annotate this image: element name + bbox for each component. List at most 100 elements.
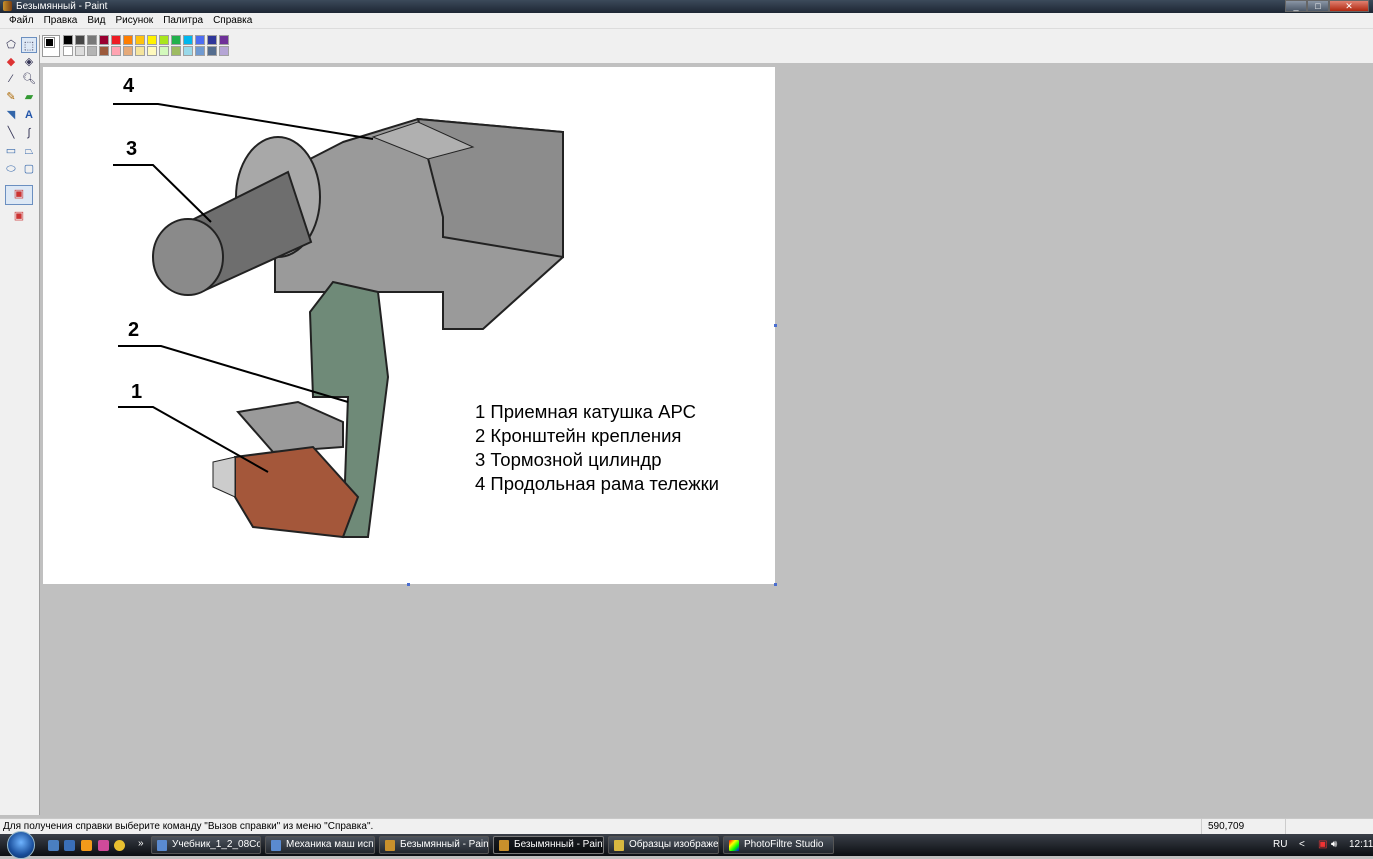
airbrush-icon[interactable]: ◥ <box>3 107 19 123</box>
opaque-mode-icon[interactable]: ▣ <box>5 185 33 205</box>
network-disconnected-icon[interactable]: ▣ <box>1318 834 1327 856</box>
menu-image[interactable]: Рисунок <box>110 13 158 28</box>
palette-swatch[interactable] <box>159 46 169 56</box>
palette-swatch[interactable] <box>183 46 193 56</box>
task-paint-1[interactable]: Безымянный - Paint <box>379 836 489 854</box>
fill-icon[interactable]: ◈ <box>21 54 37 70</box>
task-word-doc-2[interactable]: Механика маш исп... <box>265 836 375 854</box>
curve-icon[interactable]: ∫ <box>21 125 37 141</box>
palette-swatch[interactable] <box>171 46 181 56</box>
palette-swatch[interactable] <box>159 35 169 45</box>
palette-swatch[interactable] <box>219 35 229 45</box>
palette-swatch[interactable] <box>75 46 85 56</box>
maximize-button[interactable]: □ <box>1307 0 1329 12</box>
palette-swatch[interactable] <box>171 35 181 45</box>
legend-item: 4 Продольная рама тележки <box>475 473 720 494</box>
palette-swatch[interactable] <box>195 35 205 45</box>
menu-help[interactable]: Справка <box>208 13 257 28</box>
palette-swatch[interactable] <box>195 46 205 56</box>
pencil-icon[interactable]: ✎ <box>3 89 19 105</box>
menu-palette[interactable]: Палитра <box>158 13 208 28</box>
palette-swatch[interactable] <box>123 35 133 45</box>
palette-swatch[interactable] <box>87 46 97 56</box>
resize-handle-right[interactable] <box>774 324 777 327</box>
legend-item: 2 Кронштейн крепления <box>475 425 682 446</box>
task-sample-pictures[interactable]: Образцы изображе... <box>608 836 719 854</box>
palette-swatch[interactable] <box>207 35 217 45</box>
resize-handle-corner[interactable] <box>774 583 777 586</box>
switch-windows-icon[interactable] <box>64 840 75 851</box>
palette-swatch[interactable] <box>147 46 157 56</box>
legend-item: 3 Тормозной цилиндр <box>475 449 662 470</box>
palette-swatch[interactable] <box>219 46 229 56</box>
brush-icon[interactable]: ▰ <box>21 89 37 105</box>
color-palette <box>63 35 230 56</box>
resize-handle-bottom[interactable] <box>407 583 410 586</box>
rounded-rect-icon[interactable]: ▢ <box>21 161 37 177</box>
menu-edit[interactable]: Правка <box>39 13 83 28</box>
word-icon <box>157 840 167 851</box>
callout-3: 3 <box>126 138 138 160</box>
eraser-icon[interactable]: ◆ <box>3 54 19 70</box>
quicklaunch-overflow[interactable]: » <box>138 838 144 849</box>
language-indicator[interactable]: RU <box>1273 834 1287 856</box>
polygon-icon[interactable]: ⏢ <box>21 143 37 159</box>
palette-swatch[interactable] <box>147 35 157 45</box>
palette-swatch[interactable] <box>99 35 109 45</box>
bracket-illustration <box>113 103 564 539</box>
foreground-color[interactable] <box>44 37 55 48</box>
callout-1: 1 <box>131 381 143 403</box>
palette-swatch[interactable] <box>111 35 121 45</box>
menu-view[interactable]: Вид <box>82 13 110 28</box>
rectangle-icon[interactable]: ▭ <box>3 143 19 159</box>
magnifier-icon[interactable]: 🔍︎ <box>21 71 37 87</box>
volume-icon[interactable]: 🔊︎ <box>1331 834 1337 856</box>
drawing-canvas[interactable]: 4 3 2 1 1 Приемная катушка АРС 2 Кронште… <box>43 67 775 584</box>
text-icon[interactable]: A <box>21 107 37 123</box>
status-bar: Для получения справки выберите команду "… <box>0 818 1373 835</box>
current-colors[interactable] <box>42 35 60 57</box>
taskbar: » Учебник_1_2_08Со... Механика маш исп..… <box>0 831 1373 859</box>
palette-swatch[interactable] <box>87 35 97 45</box>
cursor-coordinates: 590,709 <box>1201 819 1244 835</box>
task-photofiltre[interactable]: PhotoFiltre Studio <box>723 836 834 854</box>
palette-swatch[interactable] <box>63 46 73 56</box>
palette-swatch[interactable] <box>111 46 121 56</box>
word-icon <box>271 840 281 851</box>
free-select-icon[interactable]: ⬠ <box>3 37 19 53</box>
rect-select-icon[interactable]: ⬚ <box>21 37 37 53</box>
paint-icon <box>385 840 395 851</box>
legend: 1 Приемная катушка АРС 2 Кронштейн крепл… <box>475 400 719 496</box>
callout-4: 4 <box>123 75 135 97</box>
palette-swatch[interactable] <box>135 46 145 56</box>
transparent-mode-icon[interactable]: ▣ <box>5 208 33 228</box>
color-picker-icon[interactable]: ⁄ <box>3 71 19 87</box>
color-palette-bar <box>0 29 1373 63</box>
palette-swatch[interactable] <box>207 46 217 56</box>
palette-swatch[interactable] <box>183 35 193 45</box>
line-icon[interactable]: ╲ <box>3 125 19 141</box>
app-icon[interactable] <box>98 840 109 851</box>
legend-item: 1 Приемная катушка АРС <box>475 401 696 422</box>
ellipse-icon[interactable]: ⬭ <box>3 161 19 177</box>
palette-swatch[interactable] <box>123 46 133 56</box>
palette-swatch[interactable] <box>75 35 85 45</box>
callout-2: 2 <box>128 319 140 341</box>
browser-icon[interactable] <box>114 840 125 851</box>
palette-swatch[interactable] <box>135 35 145 45</box>
palette-swatch[interactable] <box>63 35 73 45</box>
task-word-doc-1[interactable]: Учебник_1_2_08Со... <box>151 836 261 854</box>
tray-expand-arrow[interactable]: < <box>1299 834 1305 856</box>
start-button[interactable] <box>7 831 35 859</box>
status-help-text: Для получения справки выберите команду "… <box>3 821 374 832</box>
show-desktop-icon[interactable] <box>48 840 59 851</box>
clock[interactable]: 12:11 <box>1349 834 1373 856</box>
menu-file[interactable]: Файл <box>4 13 39 28</box>
close-button[interactable]: ✕ <box>1329 0 1369 12</box>
task-paint-2[interactable]: Безымянный - Paint <box>493 836 604 854</box>
menu-bar: Файл Правка Вид Рисунок Палитра Справка <box>0 13 1373 29</box>
title-bar: Безымянный - Paint _ □ ✕ <box>0 0 1373 13</box>
media-player-icon[interactable] <box>81 840 92 851</box>
palette-swatch[interactable] <box>99 46 109 56</box>
minimize-button[interactable]: _ <box>1285 0 1307 12</box>
